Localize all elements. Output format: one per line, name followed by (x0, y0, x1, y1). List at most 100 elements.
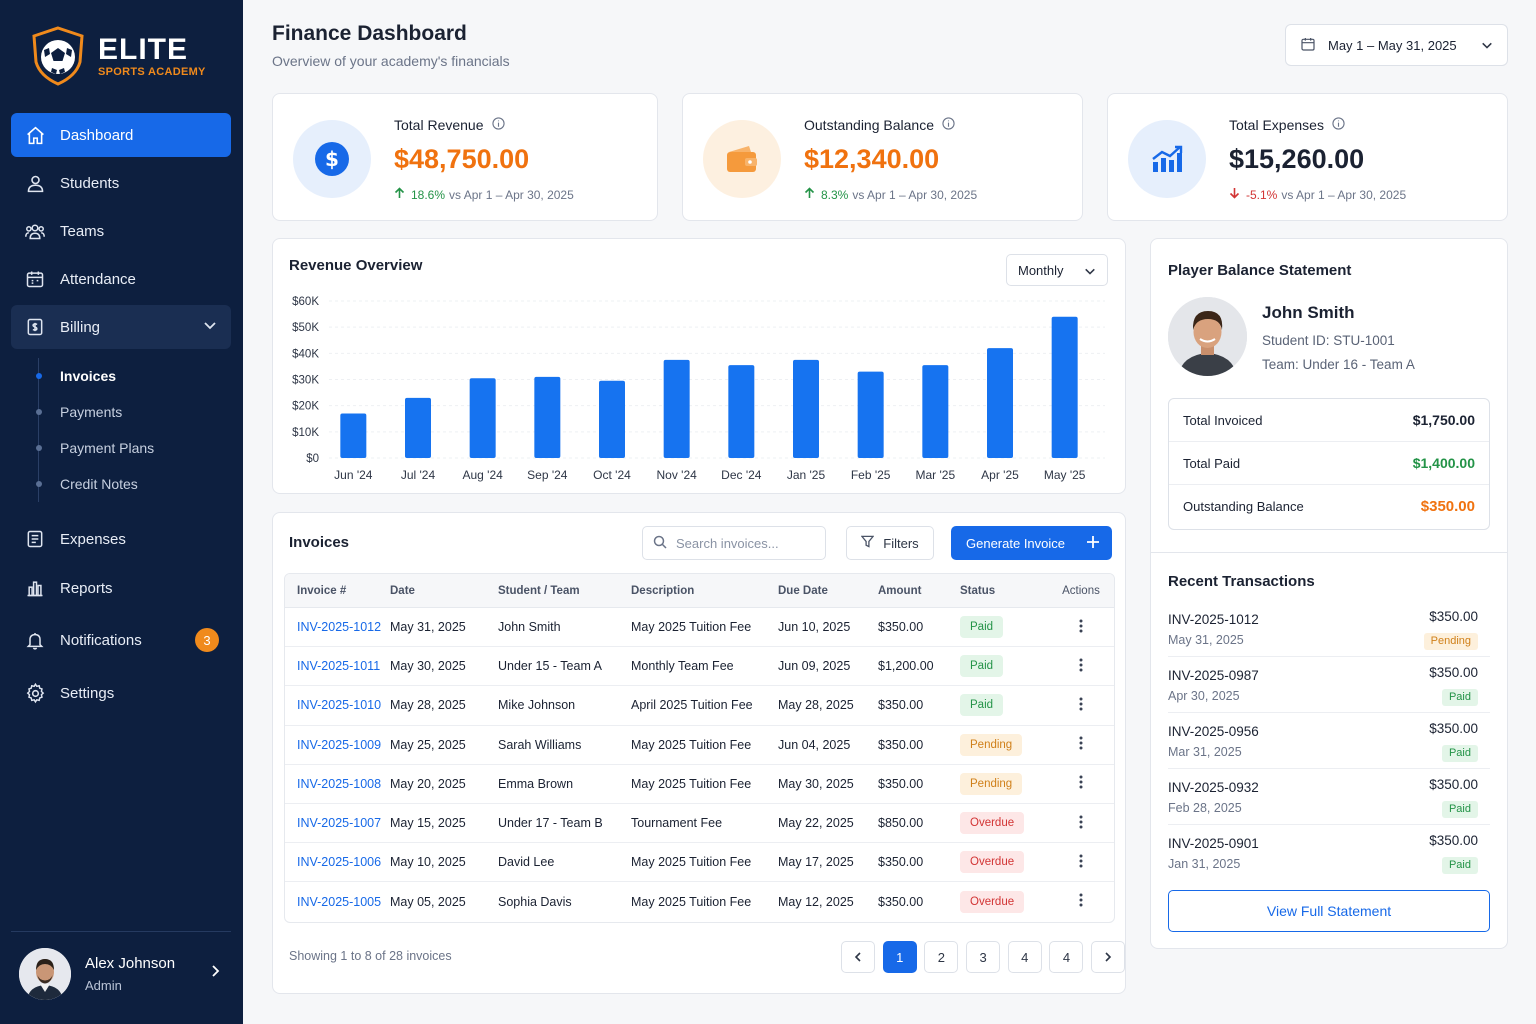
invoice-link[interactable]: INV-2025-1010 (297, 698, 381, 712)
sidebar-item-attendance[interactable]: Attendance (11, 257, 231, 301)
balance-label: Total Invoiced (1183, 412, 1263, 428)
brand-logo[interactable]: ELITE SPORTS ACADEMY (30, 26, 206, 86)
user-profile[interactable]: Alex Johnson Admin (11, 931, 231, 1024)
revenue-bar[interactable] (469, 378, 496, 458)
more-actions-icon[interactable] (1079, 815, 1083, 832)
more-actions-icon[interactable] (1079, 893, 1083, 910)
sidebar-item-students[interactable]: Students (11, 161, 231, 205)
revenue-bar[interactable] (1051, 316, 1078, 458)
transaction-item[interactable]: INV-2025-0901 Jan 31, 2025 $350.00 Paid (1168, 825, 1490, 881)
sidebar-item-notifications[interactable]: Notifications 3 (11, 618, 231, 662)
date-range-picker[interactable]: May 1 – May 31, 2025 (1285, 24, 1508, 66)
svg-text:$: $ (325, 147, 339, 171)
next-page-button[interactable] (1091, 941, 1126, 973)
invoice-link[interactable]: INV-2025-1008 (297, 777, 381, 791)
invoice-link[interactable]: INV-2025-1007 (297, 816, 381, 830)
subnav-item-invoices[interactable]: Invoices (36, 358, 218, 394)
invoice-link[interactable]: INV-2025-1006 (297, 855, 381, 869)
page-button[interactable]: 1 (882, 941, 917, 973)
invoice-link[interactable]: INV-2025-1005 (297, 895, 381, 909)
revenue-bar[interactable] (987, 348, 1013, 458)
revenue-bar[interactable] (405, 397, 431, 458)
y-tick-label: $20K (292, 401, 319, 413)
balance-value: $1,750.00 (1412, 412, 1475, 428)
column-header[interactable]: Amount (878, 585, 960, 597)
more-actions-icon[interactable] (1079, 697, 1083, 714)
transaction-item[interactable]: INV-2025-0932 Feb 28, 2025 $350.00 Paid (1168, 769, 1490, 825)
invoice-link[interactable]: INV-2025-1009 (297, 738, 381, 752)
sidebar-item-reports[interactable]: Reports (11, 566, 231, 610)
table-row[interactable]: INV-2025-1012 May 31, 2025 John Smith May 2… (285, 608, 1114, 648)
revenue-bar[interactable] (922, 365, 949, 458)
column-header[interactable]: Description (631, 585, 778, 597)
page-button[interactable]: 3 (966, 941, 1001, 973)
info-icon[interactable] (491, 117, 505, 133)
section-title: Recent Transactions (1168, 573, 1315, 590)
sidebar-item-billing[interactable]: Billing (11, 305, 231, 349)
page-button[interactable]: 4 (1007, 941, 1042, 973)
table-row[interactable]: INV-2025-1009 May 25, 2025 Sarah Williams M… (285, 726, 1114, 765)
transaction-item[interactable]: INV-2025-0956 Mar 31, 2025 $350.00 Paid (1168, 713, 1490, 769)
x-tick-label: Jun '24 (334, 468, 373, 482)
table-row[interactable]: INV-2025-1006 May 10, 2025 David Lee May 20… (285, 843, 1114, 883)
subnav-item-payments[interactable]: Payments (36, 394, 218, 430)
sidebar-item-expenses[interactable]: Expenses (11, 517, 231, 561)
invoice-link[interactable]: INV-2025-1012 (297, 620, 381, 634)
subnav-label: Payment Plans (60, 440, 155, 456)
column-header[interactable]: Date (390, 585, 498, 597)
invoice-description: April 2025 Tuition Fee (631, 698, 753, 713)
search-input[interactable]: Search invoices... (642, 526, 826, 560)
revenue-bar[interactable] (728, 365, 755, 458)
invoice-student: Emma Brown (498, 776, 574, 791)
invoice-date: May 05, 2025 (390, 894, 466, 909)
table-row[interactable]: INV-2025-1005 May 05, 2025 Sophia Davis May… (285, 882, 1114, 921)
column-header[interactable]: Status (960, 585, 1051, 597)
chevron-right-icon[interactable] (209, 964, 221, 983)
invoice-link[interactable]: INV-2025-1011 (297, 659, 380, 673)
stat-label: Total Revenue (394, 117, 484, 133)
column-header[interactable]: Invoice # (285, 585, 390, 597)
arrow-up-icon (804, 187, 815, 202)
more-actions-icon[interactable] (1079, 775, 1083, 792)
status-badge: Paid (1441, 801, 1478, 818)
sidebar-item-dashboard[interactable]: Dashboard (11, 113, 231, 157)
table-row[interactable]: INV-2025-1008 May 20, 2025 Emma Brown May 2… (285, 765, 1114, 804)
more-actions-icon[interactable] (1079, 736, 1083, 753)
column-header[interactable]: Due Date (778, 585, 878, 597)
revenue-bar[interactable] (340, 413, 367, 458)
invoice-student: David Lee (498, 855, 555, 870)
info-icon[interactable] (942, 117, 955, 133)
revenue-bar[interactable] (663, 359, 690, 458)
y-tick-label: $30K (292, 375, 319, 387)
revenue-bar[interactable] (599, 380, 625, 458)
revenue-bar[interactable] (534, 376, 561, 458)
page-button[interactable]: 4 (1049, 941, 1084, 973)
avatar (19, 948, 71, 1000)
more-actions-icon[interactable] (1079, 854, 1083, 871)
table-row[interactable]: INV-2025-1010 May 28, 2025 Mike Johnson Apr… (285, 686, 1114, 726)
transaction-amount: $350.00 (1429, 777, 1478, 792)
receipt-icon (24, 528, 46, 550)
transaction-item[interactable]: INV-2025-0987 Apr 30, 2025 $350.00 Paid (1168, 657, 1490, 713)
stat-value: $48,750.00 (394, 144, 530, 174)
revenue-bar[interactable] (793, 359, 819, 458)
prev-page-button[interactable] (841, 941, 875, 973)
more-actions-icon[interactable] (1079, 658, 1083, 675)
page-button[interactable]: 2 (924, 941, 959, 973)
table-row[interactable]: INV-2025-1011 May 30, 2025 Under 15 - Team… (285, 647, 1114, 687)
column-header[interactable]: Student / Team (498, 585, 631, 597)
subnav-item-credit-notes[interactable]: Credit Notes (36, 466, 218, 502)
revenue-bar[interactable] (857, 371, 884, 458)
trending-chart-icon (1128, 120, 1206, 198)
more-actions-icon[interactable] (1079, 619, 1083, 636)
info-icon[interactable] (1332, 117, 1345, 133)
sidebar-item-settings[interactable]: Settings (11, 671, 231, 715)
view-full-statement-button[interactable]: View Full Statement (1168, 890, 1490, 932)
subnav-item-payment-plans[interactable]: Payment Plans (36, 430, 218, 466)
generate-invoice-button[interactable]: Generate Invoice (951, 526, 1112, 560)
transaction-item[interactable]: INV-2025-1012 May 31, 2025 $350.00 Pending (1168, 601, 1490, 657)
table-row[interactable]: INV-2025-1007 May 15, 2025 Under 17 - Team… (285, 804, 1114, 844)
page-subtitle: Overview of your academy's financials (272, 53, 510, 69)
sidebar-item-teams[interactable]: Teams (11, 209, 231, 253)
filters-button[interactable]: Filters (846, 526, 934, 560)
